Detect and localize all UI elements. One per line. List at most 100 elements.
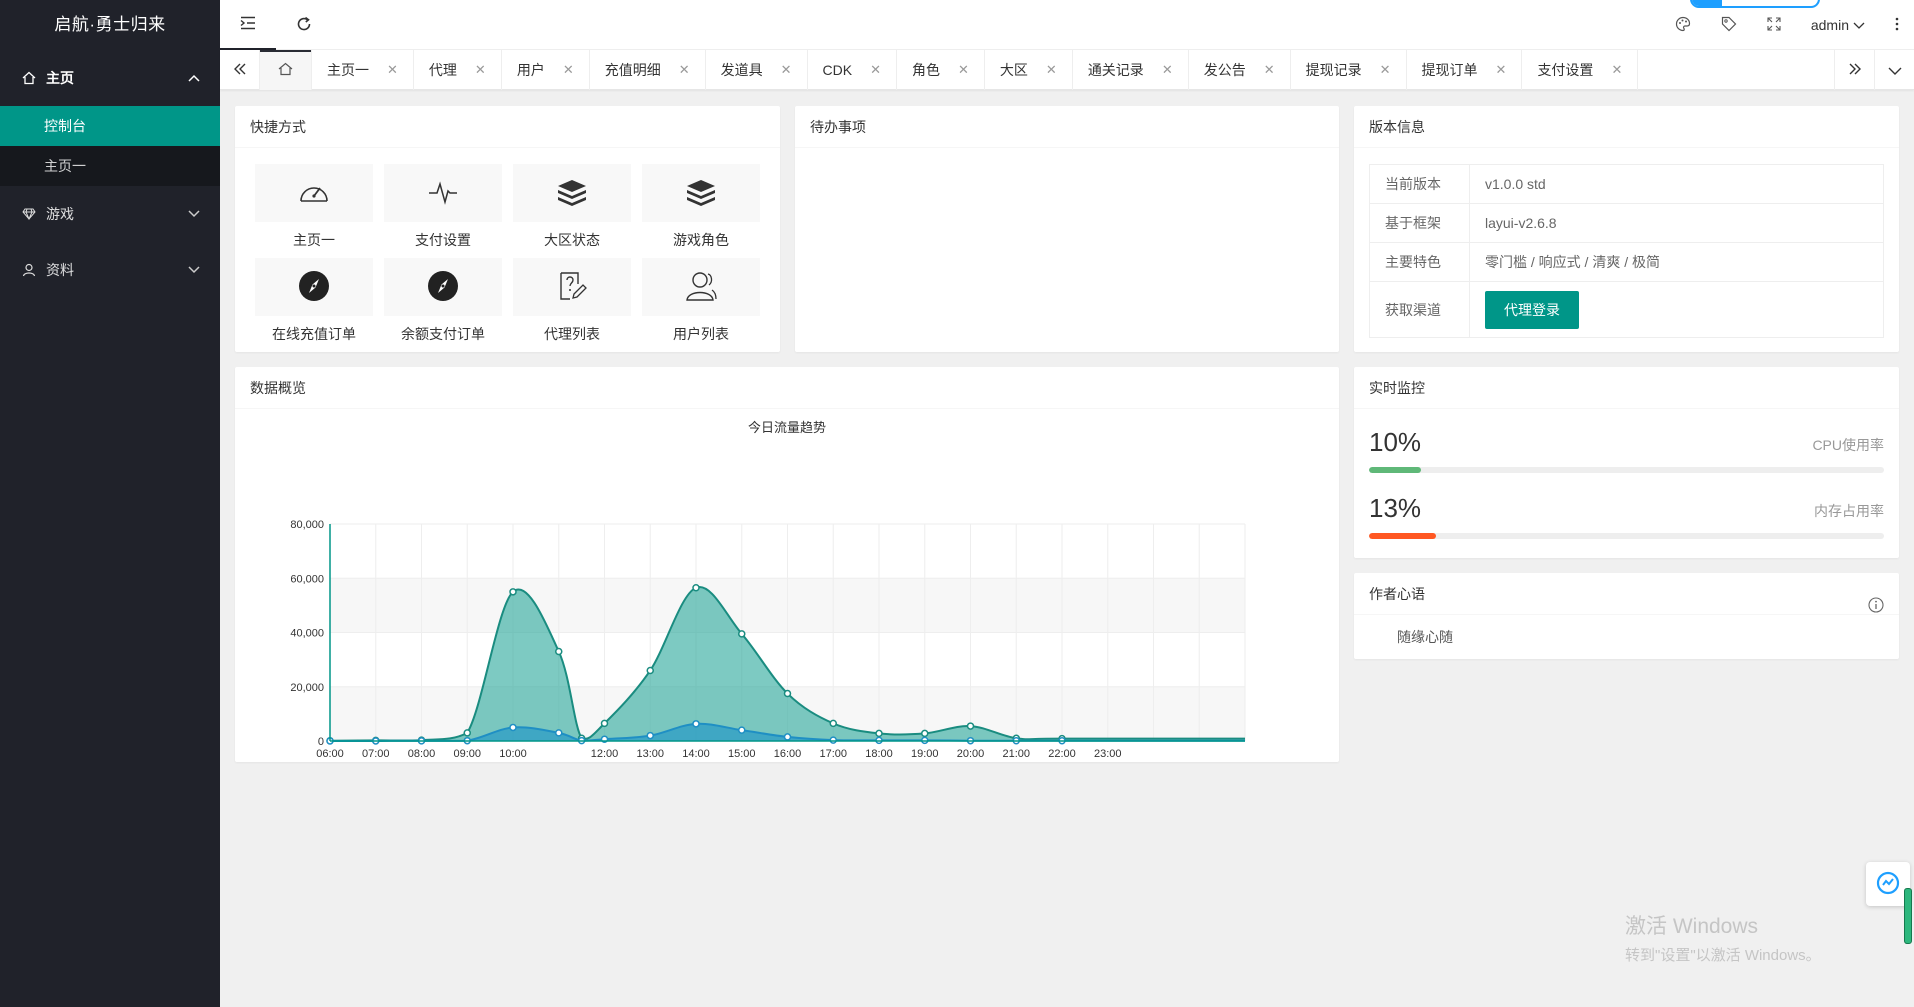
agent-login-button[interactable]: 代理登录 [1485,290,1579,329]
tab-item[interactable]: 提现订单 ✕ [1407,50,1523,90]
memory-percent: 13% [1369,493,1422,523]
tabs-next-button[interactable] [1834,50,1874,90]
overview-title: 数据概览 [235,367,1339,409]
close-icon[interactable]: ✕ [1496,62,1507,78]
x-tick-label: 19:00 [911,748,939,759]
quick-item-payment[interactable]: 支付设置 [384,164,502,258]
menu-item-game[interactable]: 游戏 [0,186,220,242]
y-tick-label: 20,000 [290,682,324,694]
tab-item[interactable]: 提现记录 ✕ [1291,50,1407,90]
memory-label: 内存占用率 [1814,503,1884,519]
x-tick-label: 13:00 [636,748,664,759]
cpu-label: CPU使用率 [1812,437,1884,453]
close-icon[interactable]: ✕ [475,62,486,78]
tab-label: 大区 [999,62,1028,78]
sidebar-item-home-one[interactable]: 主页一 [0,146,220,186]
tab-item[interactable]: 发公告 ✕ [1189,50,1291,90]
tab-item[interactable]: 代理 ✕ [414,50,502,90]
data-point [829,719,837,728]
x-tick-label: 08:00 [408,748,436,759]
data-point [509,588,517,596]
x-tick-label: 15:00 [728,748,756,759]
menu-item-home[interactable]: 主页 [0,50,220,106]
tab-home[interactable] [260,50,312,90]
menu-group-home: 主页 控制台 主页一 [0,50,220,186]
tab-item[interactable]: 用户 ✕ [502,50,590,90]
author-title: 作者心语 [1354,573,1899,615]
quick-item-home-one[interactable]: 主页一 [255,164,373,258]
chevron-up-icon [188,74,200,82]
home-icon [20,71,38,85]
tabs-menu-button[interactable] [1874,50,1914,90]
close-icon[interactable]: ✕ [563,62,574,78]
quick-item-agent-list[interactable]: 代理列表 [513,258,631,352]
cpu-progress-fill [1369,467,1421,473]
author-title-text: 作者心语 [1369,586,1425,602]
close-icon[interactable]: ✕ [870,62,881,78]
tab-item[interactable]: 支付设置 ✕ [1522,50,1639,90]
assistant-icon [1876,871,1900,898]
tab-item[interactable]: CDK ✕ [808,50,897,90]
chevron-down-icon [1888,62,1902,78]
tab-item[interactable]: 发道具 ✕ [706,50,808,90]
info-icon[interactable] [1868,587,1884,629]
table-row: 主要特色 零门槛 / 响应式 / 清爽 / 极简 [1369,242,1884,282]
todo-title: 待办事项 [795,106,1339,148]
more-vertical-icon [1895,17,1899,34]
floating-toggle[interactable] [1690,0,1820,8]
version-key: 主要特色 [1369,242,1470,282]
close-icon[interactable]: ✕ [1046,62,1057,78]
close-icon[interactable]: ✕ [1380,62,1391,78]
tab-label: 角色 [912,62,940,78]
data-point [463,729,471,737]
close-icon[interactable]: ✕ [1611,62,1622,78]
tab-item[interactable]: 大区 ✕ [985,50,1073,90]
quick-item-box [384,258,502,316]
tab-item[interactable]: 主页一 ✕ [312,50,414,90]
side-scroll-handle[interactable] [1904,888,1912,944]
watermark-line2: 转到"设置"以激活 Windows。 [1625,947,1821,964]
tab-item[interactable]: 角色 ✕ [897,50,985,90]
close-icon[interactable]: ✕ [958,62,969,78]
indent-icon [240,16,256,33]
close-icon[interactable]: ✕ [781,62,792,78]
data-point [738,630,746,638]
todo-card: 待办事项 [795,106,1339,352]
tab-label: 支付设置 [1537,62,1594,78]
compass-icon [427,270,459,305]
quick-item-region[interactable]: 大区状态 [513,164,631,258]
x-tick-label: 16:00 [774,748,802,759]
windows-activation-watermark: 激活 Windows 转到"设置"以激活 Windows。 [1625,910,1821,965]
more-button[interactable] [1880,0,1914,50]
collapse-sidebar-button[interactable] [220,0,276,50]
close-icon[interactable]: ✕ [387,62,398,78]
monitor-card: 实时监控 10% CPU使用率 13% 内存占用率 [1354,367,1899,558]
traffic-chart: 今日流量趋势 80,000 60,000 40,000 20,000 006:00 07:… [290,420,1246,759]
tab-label: 主页一 [327,62,369,78]
data-point [555,647,563,656]
sidebar-item-console[interactable]: 控制台 [0,106,220,146]
x-tick-label: 23:00 [1094,748,1122,759]
quick-item-balance-orders[interactable]: 余额支付订单 [384,258,502,352]
close-icon[interactable]: ✕ [1264,62,1275,78]
version-key: 基于框架 [1369,203,1470,243]
quick-item-user-list[interactable]: 用户列表 [642,258,760,352]
menu-item-profile[interactable]: 资料 [0,242,220,298]
close-icon[interactable]: ✕ [1162,62,1173,78]
data-point [875,729,883,738]
quick-item-game-role[interactable]: 游戏角色 [642,164,760,258]
refresh-button[interactable] [276,0,332,50]
tab-item[interactable]: 充值明细 ✕ [590,50,706,90]
close-icon[interactable]: ✕ [679,62,690,78]
data-point [966,722,975,730]
tab-item[interactable]: 通关记录 ✕ [1073,50,1189,90]
x-tick-label: 06:00 [316,748,344,759]
quick-item-online-orders[interactable]: 在线充值订单 [255,258,373,352]
menu-item-label: 游戏 [46,206,74,222]
author-text: 随缘心随 [1397,629,1453,645]
tabs-prev-button[interactable] [220,50,260,90]
quick-item-label: 支付设置 [415,232,471,248]
quick-item-label: 主页一 [293,232,335,248]
fullscreen-icon [1767,16,1781,34]
chevron-down-icon [188,210,200,218]
